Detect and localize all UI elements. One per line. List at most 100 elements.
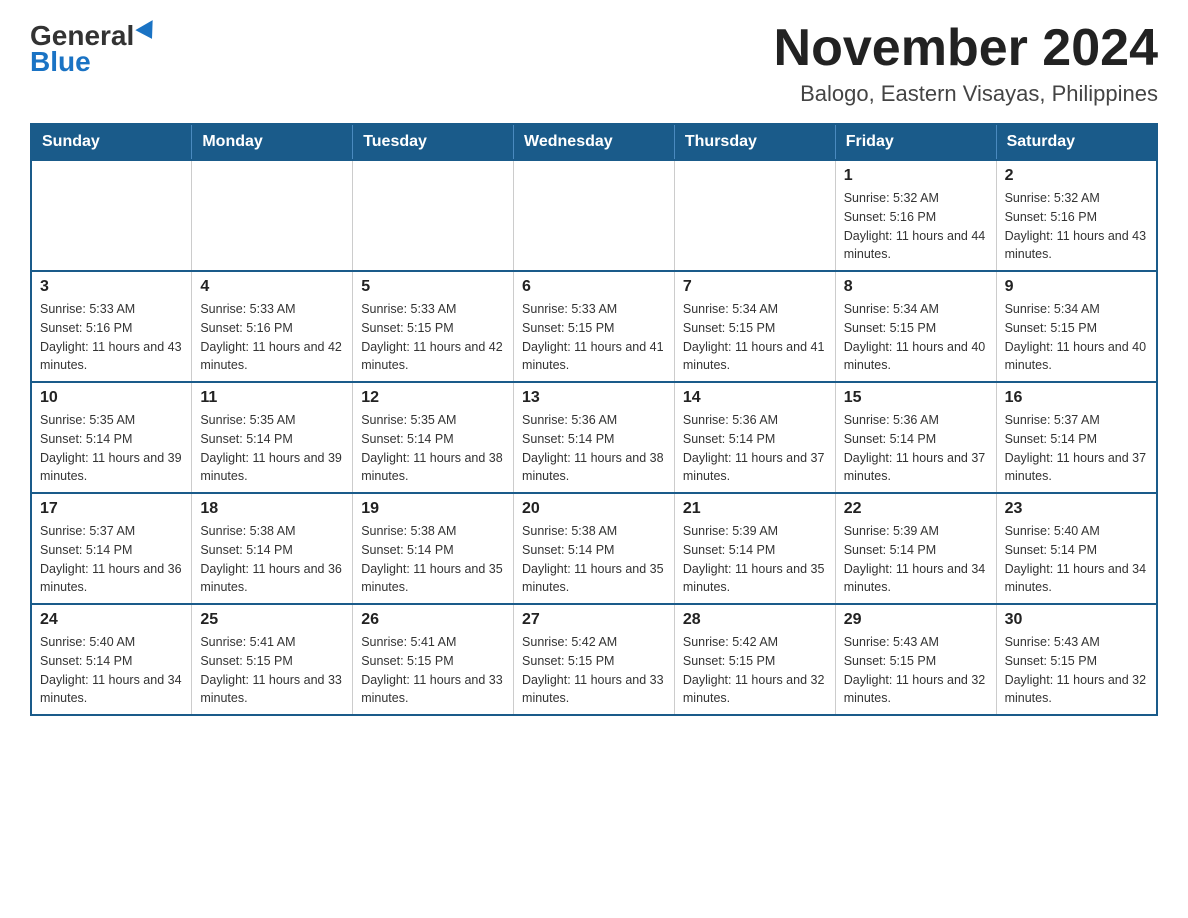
page-header: General Blue November 2024 Balogo, Easte… [30,20,1158,107]
day-info: Sunrise: 5:37 AMSunset: 5:14 PMDaylight:… [40,522,183,597]
location: Balogo, Eastern Visayas, Philippines [774,81,1158,107]
day-cell: 6 Sunrise: 5:33 AMSunset: 5:15 PMDaylight… [514,271,675,382]
day-info: Sunrise: 5:37 AMSunset: 5:14 PMDaylight:… [1005,411,1148,486]
day-number: 3 [40,278,183,296]
day-info: Sunrise: 5:42 AMSunset: 5:15 PMDaylight:… [522,633,666,708]
day-cell: 11Sunrise: 5:35 AMSunset: 5:14 PMDayligh… [192,382,353,493]
day-info: Sunrise: 5:34 AMSunset: 5:15 PMDaylight:… [1005,300,1148,375]
day-number: 22 [844,500,988,518]
day-info: Sunrise: 5:34 AMSunset: 5:15 PMDaylight:… [683,300,827,375]
day-number: 8 [844,278,988,296]
week-row-2: 3 Sunrise: 5:33 AMSunset: 5:16 PMDaylight… [31,271,1157,382]
logo-triangle-icon [136,20,161,44]
day-number: 12 [361,389,505,407]
day-info: Sunrise: 5:32 AMSunset: 5:16 PMDaylight:… [1005,189,1148,264]
day-number: 10 [40,389,183,407]
day-number: 14 [683,389,827,407]
day-info: Sunrise: 5:41 AMSunset: 5:15 PMDaylight:… [200,633,344,708]
day-cell: 29 Sunrise: 5:43 AMSunset: 5:15 PMDayligh… [835,604,996,715]
day-cell: 26 Sunrise: 5:41 AMSunset: 5:15 PMDayligh… [353,604,514,715]
day-info: Sunrise: 5:36 AMSunset: 5:14 PMDaylight:… [683,411,827,486]
day-cell: 21 Sunrise: 5:39 AMSunset: 5:14 PMDayligh… [674,493,835,604]
day-info: Sunrise: 5:35 AMSunset: 5:14 PMDaylight:… [361,411,505,486]
day-number: 9 [1005,278,1148,296]
day-cell: 22 Sunrise: 5:39 AMSunset: 5:14 PMDayligh… [835,493,996,604]
day-info: Sunrise: 5:41 AMSunset: 5:15 PMDaylight:… [361,633,505,708]
day-cell: 27Sunrise: 5:42 AMSunset: 5:15 PMDayligh… [514,604,675,715]
day-number: 2 [1005,167,1148,185]
day-number: 20 [522,500,666,518]
day-number: 25 [200,611,344,629]
day-info: Sunrise: 5:33 AMSunset: 5:15 PMDaylight:… [361,300,505,375]
day-cell: 23 Sunrise: 5:40 AMSunset: 5:14 PMDayligh… [996,493,1157,604]
day-cell: 25 Sunrise: 5:41 AMSunset: 5:15 PMDayligh… [192,604,353,715]
calendar-table: SundayMondayTuesdayWednesdayThursdayFrid… [30,123,1158,716]
day-cell: 2 Sunrise: 5:32 AMSunset: 5:16 PMDaylight… [996,160,1157,271]
day-number: 15 [844,389,988,407]
week-row-4: 17 Sunrise: 5:37 AMSunset: 5:14 PMDayligh… [31,493,1157,604]
day-cell [31,160,192,271]
day-info: Sunrise: 5:33 AMSunset: 5:16 PMDaylight:… [200,300,344,375]
day-number: 19 [361,500,505,518]
day-number: 18 [200,500,344,518]
day-cell: 28 Sunrise: 5:42 AMSunset: 5:15 PMDayligh… [674,604,835,715]
day-number: 17 [40,500,183,518]
day-number: 21 [683,500,827,518]
day-cell: 13 Sunrise: 5:36 AMSunset: 5:14 PMDayligh… [514,382,675,493]
days-of-week-row: SundayMondayTuesdayWednesdayThursdayFrid… [31,124,1157,160]
title-area: November 2024 Balogo, Eastern Visayas, P… [774,20,1158,107]
header-tuesday: Tuesday [353,124,514,160]
day-cell: 17 Sunrise: 5:37 AMSunset: 5:14 PMDayligh… [31,493,192,604]
day-cell: 24Sunrise: 5:40 AMSunset: 5:14 PMDayligh… [31,604,192,715]
day-number: 5 [361,278,505,296]
day-info: Sunrise: 5:39 AMSunset: 5:14 PMDaylight:… [683,522,827,597]
header-friday: Friday [835,124,996,160]
day-info: Sunrise: 5:42 AMSunset: 5:15 PMDaylight:… [683,633,827,708]
day-info: Sunrise: 5:43 AMSunset: 5:15 PMDaylight:… [1005,633,1148,708]
day-number: 11 [200,389,344,407]
day-info: Sunrise: 5:36 AMSunset: 5:14 PMDaylight:… [522,411,666,486]
day-cell: 8 Sunrise: 5:34 AMSunset: 5:15 PMDaylight… [835,271,996,382]
day-number: 24 [40,611,183,629]
day-number: 30 [1005,611,1148,629]
calendar-header: SundayMondayTuesdayWednesdayThursdayFrid… [31,124,1157,160]
day-info: Sunrise: 5:34 AMSunset: 5:15 PMDaylight:… [844,300,988,375]
day-cell: 7 Sunrise: 5:34 AMSunset: 5:15 PMDaylight… [674,271,835,382]
logo-blue-text: Blue [30,46,91,78]
calendar-body: 1 Sunrise: 5:32 AMSunset: 5:16 PMDaylight… [31,160,1157,715]
day-number: 23 [1005,500,1148,518]
day-number: 16 [1005,389,1148,407]
day-number: 26 [361,611,505,629]
day-cell [192,160,353,271]
day-cell: 14 Sunrise: 5:36 AMSunset: 5:14 PMDayligh… [674,382,835,493]
day-cell: 16 Sunrise: 5:37 AMSunset: 5:14 PMDayligh… [996,382,1157,493]
day-number: 28 [683,611,827,629]
day-info: Sunrise: 5:35 AMSunset: 5:14 PMDaylight:… [40,411,183,486]
day-cell: 30 Sunrise: 5:43 AMSunset: 5:15 PMDayligh… [996,604,1157,715]
week-row-3: 10 Sunrise: 5:35 AMSunset: 5:14 PMDayligh… [31,382,1157,493]
day-cell [353,160,514,271]
day-cell: 10 Sunrise: 5:35 AMSunset: 5:14 PMDayligh… [31,382,192,493]
day-number: 29 [844,611,988,629]
day-number: 7 [683,278,827,296]
day-info: Sunrise: 5:43 AMSunset: 5:15 PMDaylight:… [844,633,988,708]
header-sunday: Sunday [31,124,192,160]
logo: General Blue [30,20,158,78]
day-info: Sunrise: 5:33 AMSunset: 5:15 PMDaylight:… [522,300,666,375]
day-cell: 1 Sunrise: 5:32 AMSunset: 5:16 PMDaylight… [835,160,996,271]
day-cell [674,160,835,271]
day-number: 6 [522,278,666,296]
day-cell: 9 Sunrise: 5:34 AMSunset: 5:15 PMDaylight… [996,271,1157,382]
day-info: Sunrise: 5:32 AMSunset: 5:16 PMDaylight:… [844,189,988,264]
day-info: Sunrise: 5:38 AMSunset: 5:14 PMDaylight:… [200,522,344,597]
day-info: Sunrise: 5:39 AMSunset: 5:14 PMDaylight:… [844,522,988,597]
week-row-5: 24Sunrise: 5:40 AMSunset: 5:14 PMDayligh… [31,604,1157,715]
day-number: 1 [844,167,988,185]
header-saturday: Saturday [996,124,1157,160]
day-info: Sunrise: 5:40 AMSunset: 5:14 PMDaylight:… [1005,522,1148,597]
day-info: Sunrise: 5:38 AMSunset: 5:14 PMDaylight:… [522,522,666,597]
day-number: 4 [200,278,344,296]
day-number: 13 [522,389,666,407]
month-title: November 2024 [774,20,1158,77]
day-cell: 5 Sunrise: 5:33 AMSunset: 5:15 PMDaylight… [353,271,514,382]
